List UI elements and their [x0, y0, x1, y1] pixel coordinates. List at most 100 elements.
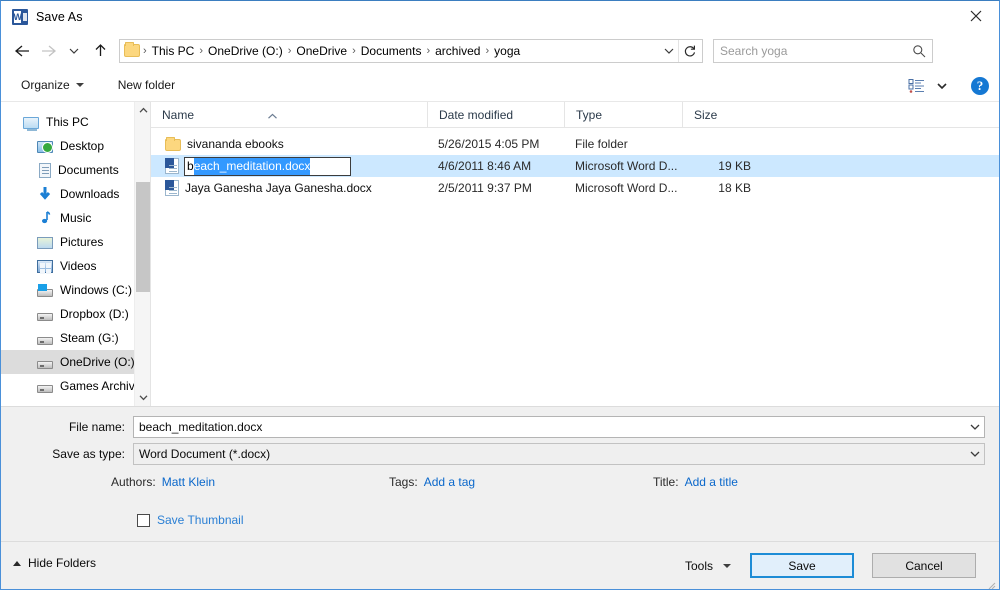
- scroll-up-icon: [139, 107, 147, 113]
- scroll-up-button[interactable]: [135, 102, 150, 119]
- column-header-row: Name Date modified Type Size: [151, 102, 999, 128]
- tools-button[interactable]: Tools: [685, 554, 731, 578]
- nav-item-videos[interactable]: Videos: [1, 254, 150, 278]
- file-name-cell: sivananda ebooks: [151, 133, 427, 155]
- title-label: Title:: [653, 475, 679, 489]
- chevron-down-icon: [69, 48, 79, 54]
- file-type-cell: Microsoft Word D...: [575, 181, 678, 195]
- save-thumbnail-row[interactable]: Save Thumbnail: [137, 513, 244, 527]
- help-button[interactable]: ?: [971, 76, 989, 95]
- authors-field: Authors: Matt Klein: [111, 475, 215, 489]
- column-header-name[interactable]: Name: [151, 102, 427, 128]
- nav-item-music[interactable]: Music: [1, 206, 150, 230]
- column-header-label: Name: [162, 107, 195, 122]
- cancel-button[interactable]: Cancel: [872, 553, 976, 578]
- file-name-cell: Jaya Ganesha Jaya Ganesha.docx: [151, 177, 427, 199]
- nav-item-onedrive-o[interactable]: OneDrive (O:): [1, 350, 150, 374]
- nav-item-downloads[interactable]: Downloads: [1, 182, 150, 206]
- back-button[interactable]: [9, 38, 35, 64]
- command-bar: Organize New folder ?: [1, 69, 999, 102]
- breadcrumb-item-1[interactable]: OneDrive (O:): [204, 41, 287, 61]
- videos-icon: [37, 260, 53, 273]
- nav-item-games-archive[interactable]: Games Archive (: [1, 374, 150, 398]
- resize-grip[interactable]: [986, 577, 996, 589]
- add-a-tag-link[interactable]: Add a tag: [424, 475, 475, 489]
- navigation-scrollbar[interactable]: [134, 102, 150, 406]
- file-name-input[interactable]: beach_meditation.docx: [133, 416, 985, 438]
- breadcrumb-item-3[interactable]: Documents: [357, 41, 426, 61]
- close-icon: [970, 10, 982, 22]
- nav-item-desktop[interactable]: Desktop: [1, 134, 150, 158]
- file-date-cell: 4/6/2011 8:46 AM: [438, 159, 532, 173]
- new-folder-label: New folder: [117, 78, 176, 92]
- chevron-down-icon: [970, 424, 980, 430]
- breadcrumb-bar[interactable]: › This PC › OneDrive (O:) › OneDrive › D…: [119, 38, 703, 63]
- breadcrumb-item-4[interactable]: archived: [431, 41, 484, 61]
- add-a-title-link[interactable]: Add a title: [685, 475, 738, 489]
- nav-item-label: Windows (C:): [60, 283, 133, 297]
- save-as-type-select[interactable]: Word Document (*.docx): [133, 443, 985, 465]
- table-row[interactable]: sivananda ebooks 5/26/2015 4:05 PM File …: [151, 133, 999, 155]
- nav-item-label: Pictures: [60, 235, 104, 249]
- breadcrumb-item-2[interactable]: OneDrive: [292, 41, 351, 61]
- folder-icon: [124, 42, 140, 57]
- forward-button[interactable]: [35, 38, 61, 64]
- hide-folders-button[interactable]: Hide Folders: [13, 556, 96, 570]
- new-folder-button[interactable]: New folder: [112, 73, 181, 97]
- rename-unselected-text: b: [187, 159, 194, 173]
- word-app-icon: [12, 8, 28, 26]
- nav-item-documents[interactable]: Documents: [1, 158, 150, 182]
- save-thumbnail-checkbox[interactable]: [137, 513, 150, 527]
- file-name-dropdown-button[interactable]: [966, 417, 984, 437]
- rename-input[interactable]: b each_meditation.docx: [184, 157, 351, 176]
- breadcrumb-item-0[interactable]: This PC: [148, 41, 199, 61]
- save-as-type-dropdown-button[interactable]: [966, 444, 984, 464]
- scrollbar-thumb[interactable]: [136, 182, 150, 292]
- search-input[interactable]: Search yoga: [720, 44, 912, 58]
- save-button[interactable]: Save: [750, 553, 854, 578]
- up-arrow-icon: [95, 44, 105, 56]
- organize-button[interactable]: Organize: [15, 73, 90, 97]
- table-row[interactable]: Jaya Ganesha Jaya Ganesha.docx 2/5/2011 …: [151, 177, 999, 199]
- chevron-up-icon: [13, 560, 21, 566]
- save-thumbnail-label[interactable]: Save Thumbnail: [157, 513, 244, 527]
- nav-item-label: This PC: [46, 115, 89, 129]
- nav-item-label: Dropbox (D:): [60, 307, 129, 321]
- column-header-type[interactable]: Type: [564, 102, 682, 128]
- view-dropdown-button[interactable]: [932, 74, 952, 98]
- nav-item-label: Desktop: [60, 139, 105, 153]
- close-button[interactable]: [953, 1, 999, 31]
- file-name-label: Jaya Ganesha Jaya Ganesha.docx: [185, 181, 372, 195]
- word-document-icon: [165, 180, 179, 196]
- navigation-pane: This PC Desktop Documents Downloads Musi…: [1, 102, 151, 406]
- file-name-label: File name:: [68, 420, 125, 434]
- refresh-button[interactable]: [678, 39, 700, 62]
- breadcrumb-dropdown-button[interactable]: [660, 40, 678, 62]
- save-as-type-label: Save as type:: [52, 447, 125, 461]
- list-view-icon: [908, 78, 924, 93]
- authors-value[interactable]: Matt Klein: [162, 475, 215, 489]
- nav-item-pictures[interactable]: Pictures: [1, 230, 150, 254]
- title-field: Title: Add a title: [653, 475, 738, 489]
- table-row[interactable]: beach_meditation.docx 4/6/2011 8:46 AM M…: [151, 155, 999, 177]
- nav-item-this-pc[interactable]: This PC: [1, 110, 150, 134]
- nav-item-steam-g[interactable]: Steam (G:): [1, 326, 150, 350]
- column-header-size[interactable]: Size: [682, 102, 762, 128]
- search-box[interactable]: Search yoga: [713, 38, 933, 63]
- desktop-icon: [37, 141, 53, 153]
- tools-label: Tools: [684, 559, 713, 573]
- scroll-down-button[interactable]: [135, 389, 150, 406]
- forward-arrow-icon: [41, 45, 56, 56]
- column-header-date-modified[interactable]: Date modified: [427, 102, 564, 128]
- recent-locations-button[interactable]: [61, 38, 87, 64]
- drive-icon: [37, 360, 53, 369]
- nav-item-label: Music: [60, 211, 92, 225]
- change-view-button[interactable]: [904, 74, 930, 98]
- nav-item-windows-c[interactable]: Windows (C:): [1, 278, 150, 302]
- nav-item-label: Documents: [58, 163, 119, 177]
- up-button[interactable]: [87, 38, 113, 64]
- nav-item-dropbox-d[interactable]: Dropbox (D:): [1, 302, 150, 326]
- word-document-icon: [165, 158, 179, 174]
- file-date-cell: 5/26/2015 4:05 PM: [438, 137, 540, 151]
- breadcrumb-item-5[interactable]: yoga: [490, 41, 524, 61]
